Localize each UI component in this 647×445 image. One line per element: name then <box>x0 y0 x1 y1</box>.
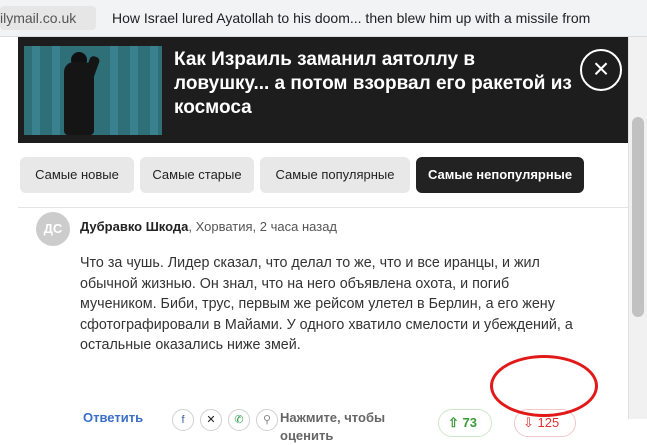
sort-newest-button[interactable]: Самые новые <box>20 157 134 193</box>
comment-author[interactable]: Дубравко Шкода <box>80 219 188 234</box>
article-thumbnail <box>24 46 162 135</box>
article-title: Как Израиль заманил аятоллу в ловушку...… <box>174 49 572 118</box>
sort-oldest-button[interactable]: Самые старые <box>140 157 254 193</box>
red-circle-annotation <box>490 355 598 417</box>
comment-meta: Дубравко Шкода, Хорватия, 2 часа назад <box>80 219 337 234</box>
browser-tab-bar: ilymail.co.uk How Israel lured Ayatollah… <box>0 0 647 37</box>
avatar[interactable]: ДС <box>36 212 70 246</box>
upvote-count: 73 <box>462 415 477 430</box>
whatsapp-icon[interactable]: ✆ <box>228 409 250 431</box>
sort-unpopular-button[interactable]: Самые непопулярные <box>416 157 584 193</box>
tab-domain[interactable]: ilymail.co.uk <box>0 6 96 30</box>
tab-title[interactable]: How Israel lured Ayatollah to his doom..… <box>112 6 647 30</box>
divider <box>18 207 628 208</box>
scrollbar[interactable] <box>628 37 647 419</box>
comment-text: Что за чушь. Лидер сказал, что делал то … <box>80 255 573 354</box>
scrollbar-thumb[interactable] <box>632 117 644 317</box>
link-icon[interactable]: ⚲ <box>256 409 278 431</box>
x-icon[interactable]: ✕ <box>200 409 222 431</box>
sort-popular-button[interactable]: Самые популярные <box>260 157 410 193</box>
rate-label: Нажмите, чтобы оценить <box>280 410 386 443</box>
close-icon[interactable]: × <box>580 49 622 91</box>
upvote-button[interactable]: ⇧ 73 <box>438 409 492 437</box>
arrow-up-icon: ⇧ <box>448 415 459 430</box>
facebook-icon[interactable]: f <box>172 409 194 431</box>
reply-button[interactable]: Ответить <box>83 409 143 427</box>
comment-location-time: , Хорватия, 2 часа назад <box>188 219 338 234</box>
downvote-count: 125 <box>537 415 560 430</box>
article-header: Как Израиль заманил аятоллу в ловушку...… <box>18 37 628 143</box>
arrow-down-icon: ⇩ <box>523 415 534 430</box>
